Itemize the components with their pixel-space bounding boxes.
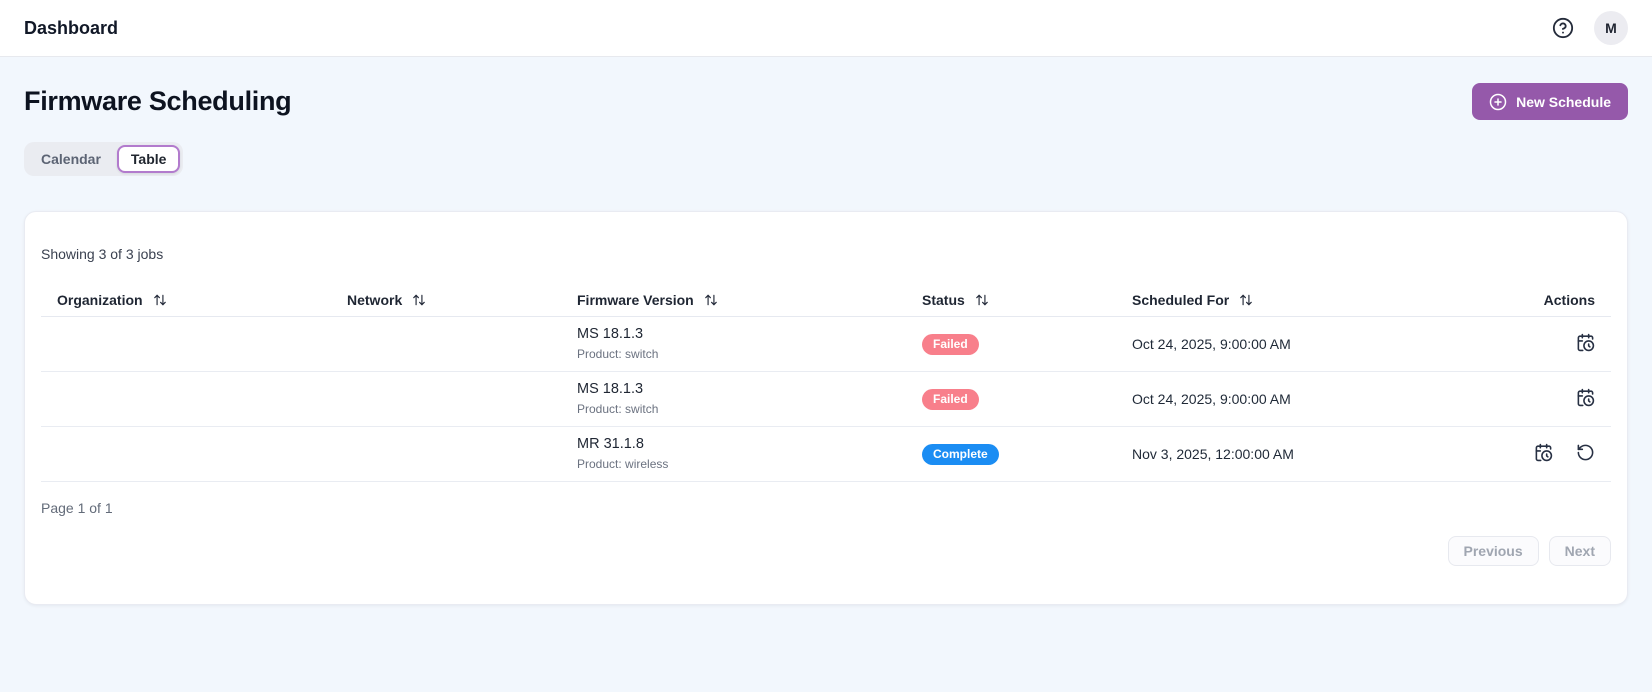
calendar-clock-icon — [1576, 388, 1595, 407]
status-cell: Failed — [906, 316, 1116, 372]
organization-cell — [41, 371, 331, 427]
column-header-scheduled-for[interactable]: Scheduled For — [1116, 284, 1451, 317]
firmware-version-cell: MS 18.1.3 Product: switch — [561, 371, 906, 427]
page-indicator: Page 1 of 1 — [41, 500, 113, 516]
firmware-version: MR 31.1.8 — [577, 436, 644, 452]
table-row: MS 18.1.3 Product: switch Failed Oct 24,… — [41, 371, 1611, 427]
table-row: MS 18.1.3 Product: switch Failed Oct 24,… — [41, 316, 1611, 372]
network-cell — [331, 426, 561, 482]
column-label: Network — [347, 292, 403, 308]
new-schedule-label: New Schedule — [1516, 93, 1611, 110]
arrow-up-down-icon — [975, 293, 989, 307]
firmware-product: Product: switch — [577, 402, 659, 416]
firmware-version-cell: MR 31.1.8 Product: wireless — [561, 426, 906, 482]
column-header-network[interactable]: Network — [331, 284, 561, 317]
column-header-actions: Actions — [1451, 284, 1611, 317]
scheduled-for-cell: Oct 24, 2025, 9:00:00 AM — [1116, 371, 1451, 427]
jobs-card: Showing 3 of 3 jobs Organization Network — [24, 211, 1628, 605]
tab-calendar[interactable]: Calendar — [27, 145, 115, 173]
column-label: Organization — [57, 292, 143, 308]
firmware-version: MS 18.1.3 — [577, 326, 644, 342]
firmware-product: Product: wireless — [577, 457, 669, 471]
reschedule-button[interactable] — [1533, 443, 1553, 463]
new-schedule-button[interactable]: New Schedule — [1472, 83, 1628, 120]
calendar-clock-icon — [1576, 333, 1595, 352]
page-head: Firmware Scheduling New Schedule — [24, 83, 1628, 120]
table-header-row: Organization Network Firmware Version St… — [41, 284, 1611, 317]
app-title: Dashboard — [24, 17, 119, 38]
page-title: Firmware Scheduling — [24, 86, 292, 116]
pagination-controls: Previous Next — [41, 536, 1611, 566]
status-badge: Failed — [922, 333, 979, 355]
actions-cell — [1451, 426, 1611, 482]
top-bar-actions: M — [1550, 11, 1628, 45]
calendar-clock-icon — [1534, 443, 1553, 462]
network-cell — [331, 316, 561, 372]
column-header-organization[interactable]: Organization — [41, 284, 331, 317]
scheduled-for-cell: Nov 3, 2025, 12:00:00 AM — [1116, 426, 1451, 482]
status-cell: Complete — [906, 426, 1116, 482]
column-label: Actions — [1543, 292, 1595, 308]
column-label: Status — [922, 292, 965, 308]
firmware-version: MS 18.1.3 — [577, 381, 644, 397]
next-page-button[interactable]: Next — [1548, 536, 1611, 566]
rotate-ccw-icon — [1576, 443, 1595, 462]
jobs-summary: Showing 3 of 3 jobs — [41, 246, 164, 262]
reschedule-button[interactable] — [1575, 333, 1595, 353]
actions-cell — [1451, 371, 1611, 427]
main-content: Firmware Scheduling New Schedule Calenda… — [0, 57, 1652, 605]
column-header-status[interactable]: Status — [906, 284, 1116, 317]
user-avatar[interactable]: M — [1594, 11, 1628, 45]
firmware-product: Product: switch — [577, 347, 659, 361]
retry-button[interactable] — [1575, 443, 1595, 463]
status-cell: Failed — [906, 371, 1116, 427]
status-badge: Failed — [922, 388, 979, 410]
actions-cell — [1451, 316, 1611, 372]
organization-cell — [41, 426, 331, 482]
tab-table[interactable]: Table — [116, 145, 181, 173]
jobs-table: Organization Network Firmware Version St… — [41, 284, 1611, 482]
column-label: Firmware Version — [577, 292, 694, 308]
circle-question-icon — [1552, 17, 1574, 39]
arrow-up-down-icon — [704, 293, 718, 307]
organization-cell — [41, 316, 331, 372]
help-button[interactable] — [1550, 15, 1576, 41]
network-cell — [331, 371, 561, 427]
firmware-version-cell: MS 18.1.3 Product: switch — [561, 316, 906, 372]
column-label: Scheduled For — [1132, 292, 1230, 308]
status-badge: Complete — [922, 443, 999, 465]
circle-plus-icon — [1489, 93, 1507, 111]
previous-page-button[interactable]: Previous — [1447, 536, 1539, 566]
arrow-up-down-icon — [153, 293, 167, 307]
reschedule-button[interactable] — [1575, 388, 1595, 408]
view-tabs: Calendar Table — [24, 142, 184, 176]
top-bar: Dashboard M — [0, 0, 1652, 57]
scheduled-for-cell: Oct 24, 2025, 9:00:00 AM — [1116, 316, 1451, 372]
arrow-up-down-icon — [412, 293, 426, 307]
column-header-firmware-version[interactable]: Firmware Version — [561, 284, 906, 317]
table-row: MR 31.1.8 Product: wireless Complete Nov… — [41, 426, 1611, 482]
arrow-up-down-icon — [1239, 293, 1253, 307]
